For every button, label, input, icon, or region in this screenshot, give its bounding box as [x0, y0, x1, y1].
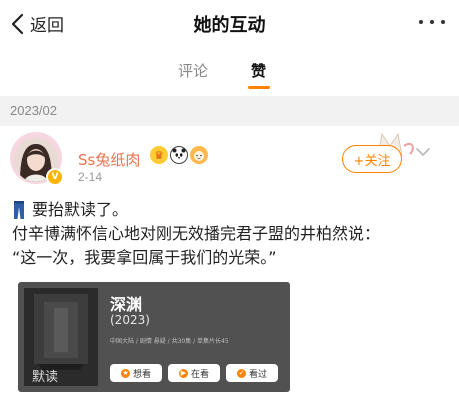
card-actions: ★ 想看 ▶ 在看 ✓ 看过: [110, 364, 278, 382]
top-bar: 返回 她的互动: [0, 0, 459, 48]
star-icon: ★: [120, 368, 130, 378]
follow-button[interactable]: +关注: [342, 145, 402, 173]
check-icon: ✓: [236, 368, 246, 378]
jeans-emoji-icon: [14, 201, 24, 219]
watched-label: 看过: [248, 369, 267, 380]
post-text-line-2: 付辛博满怀信心地对刚无效播完君子盟的井柏然说：: [12, 224, 381, 243]
more-dot-icon: [441, 20, 445, 24]
post-text-line-3: “这一次，我要拿回属于我们的光荣。”: [12, 248, 277, 267]
post-text-line-1: 要抬默读了。: [32, 200, 129, 219]
more-options-button[interactable]: [419, 12, 445, 24]
crown-badge-icon: ♛: [150, 146, 168, 164]
post-text-line: 要抬默读了。: [12, 199, 128, 221]
page-title: 她的互动: [193, 15, 266, 36]
username[interactable]: Ss兔纸肉: [78, 149, 140, 170]
watching-label: 在看: [190, 369, 209, 380]
want-to-watch-button[interactable]: ★ 想看: [110, 364, 162, 382]
liked-post[interactable]: V Ss兔纸肉 ♛ 2-14 +关注 要抬默读了。 付辛博满怀信心地对刚无效播完…: [0, 126, 459, 403]
tab-likes[interactable]: 赞: [251, 60, 266, 81]
active-tab-indicator: [248, 86, 270, 89]
poster-image: 默读: [24, 288, 98, 386]
card-year: (2023): [110, 313, 150, 327]
chevron-down-icon[interactable]: [415, 146, 431, 158]
play-icon: ▶: [178, 368, 188, 378]
card-meta: 中国大陆 / 剧情 悬疑 / 共30集 / 单集片长45: [110, 338, 229, 345]
more-dot-icon: [430, 20, 434, 24]
post-time: 2-14: [78, 170, 103, 184]
watched-button[interactable]: ✓ 看过: [226, 364, 278, 382]
avatar[interactable]: V: [10, 132, 64, 186]
want-to-watch-label: 想看: [132, 369, 151, 380]
watching-button[interactable]: ▶ 在看: [168, 364, 220, 382]
pet-badge-icon: [190, 146, 208, 164]
panda-badge-icon: [170, 146, 188, 164]
tab-bar: 评论 赞: [0, 48, 459, 92]
card-title: 深渊: [110, 295, 143, 314]
poster-title-text: 默读: [32, 370, 59, 385]
more-dot-icon: [419, 20, 423, 24]
date-group-label: 2023/02: [10, 103, 57, 118]
date-group-header: 2023/02: [0, 96, 459, 126]
drama-card[interactable]: 默读 深渊 (2023) 中国大陆 / 剧情 悬疑 / 共30集 / 单集片长4…: [18, 282, 290, 392]
verified-badge-icon: V: [46, 168, 64, 186]
tab-comments[interactable]: 评论: [178, 60, 208, 81]
user-badges: ♛: [150, 146, 208, 164]
